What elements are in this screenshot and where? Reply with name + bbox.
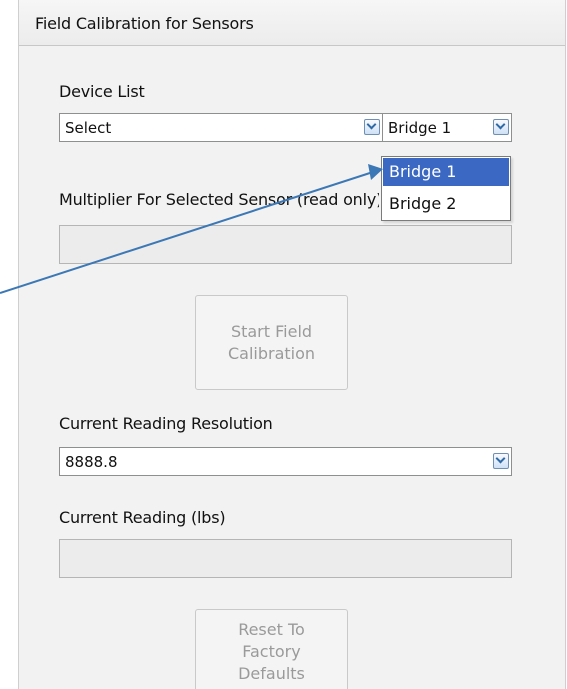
current-reading-label: Current Reading (lbs) (59, 508, 226, 527)
panel-title: Field Calibration for Sensors (35, 14, 254, 33)
reset-to-factory-defaults-label: Reset To Factory Defaults (238, 619, 305, 683)
start-field-calibration-label: Start Field Calibration (227, 321, 316, 363)
screenshot-stage: Field Calibration for Sensors Device Lis… (0, 0, 567, 689)
chevron-down-icon[interactable] (493, 453, 509, 469)
chevron-down-icon[interactable] (493, 119, 509, 135)
dropdown-option-bridge-1[interactable]: Bridge 1 (383, 158, 509, 186)
current-reading-field (59, 539, 512, 578)
device-list-label: Device List (59, 82, 145, 101)
multiplier-field (59, 225, 512, 264)
chevron-down-icon[interactable] (364, 119, 380, 135)
field-calibration-panel: Field Calibration for Sensors Device Lis… (18, 0, 566, 689)
bridge-select-value: Bridge 1 (388, 119, 452, 137)
device-list-select[interactable]: Select (59, 113, 383, 142)
reset-to-factory-defaults-button[interactable]: Reset To Factory Defaults (195, 609, 348, 689)
panel-header: Field Calibration for Sensors (19, 0, 565, 46)
device-list-value: Select (65, 119, 112, 137)
multiplier-label: Multiplier For Selected Sensor (read onl… (59, 190, 379, 209)
current-reading-resolution-value: 8888.8 (65, 453, 118, 471)
bridge-select[interactable]: Bridge 1 (382, 113, 512, 142)
bridge-dropdown-list: Bridge 1 Bridge 2 (381, 156, 511, 221)
dropdown-option-bridge-2[interactable]: Bridge 2 (383, 190, 509, 218)
current-reading-resolution-label: Current Reading Resolution (59, 414, 273, 433)
start-field-calibration-button[interactable]: Start Field Calibration (195, 295, 348, 390)
current-reading-resolution-select[interactable]: 8888.8 (59, 447, 512, 476)
